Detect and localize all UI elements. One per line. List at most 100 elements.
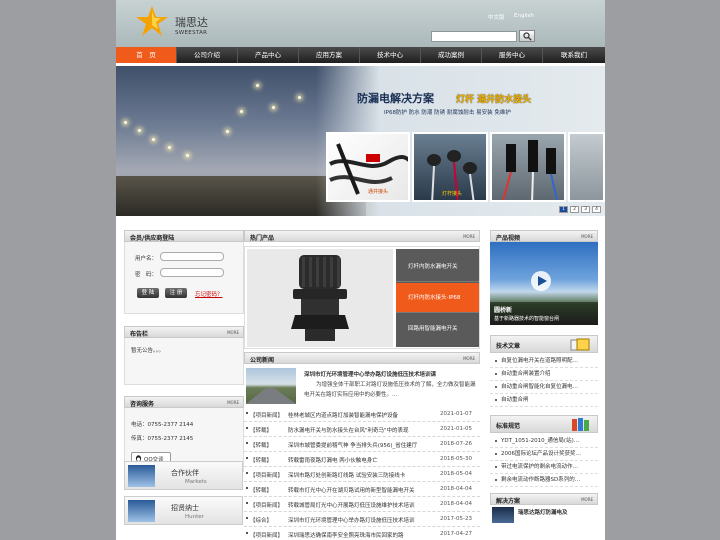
tech-article-link[interactable]: 自动重合闸装置介绍 — [490, 368, 598, 381]
service-panel-title: 咨询服务 — [130, 401, 155, 408]
photo-label: 灯杆接头 — [442, 191, 463, 197]
news-thumbnail[interactable] — [246, 368, 296, 404]
news-title[interactable]: 深圳市城管委提前稽气神 争当排头兵(956)_省住建厅 — [288, 441, 433, 449]
standard-link[interactable]: 2006国际论坛产品设计奖获奖… — [490, 448, 598, 461]
nav-service[interactable]: 服务中心 — [482, 47, 543, 63]
partners-promo[interactable]: 合作伙伴 Markets — [124, 461, 243, 490]
search-input[interactable] — [431, 31, 517, 42]
slide-dot[interactable]: 4 — [592, 206, 601, 213]
partners-label-en: Markets — [185, 479, 207, 485]
waterproof-connector-image — [291, 255, 349, 341]
hero-banner[interactable]: 防漏电解决方案 灯杆 通井防水接头 IP68防护 防水 防潮 防锈 耐腐蚀耐击 … — [116, 66, 605, 216]
street-lamp — [256, 84, 259, 87]
bullet-icon — [246, 427, 248, 429]
lang-chinese-link[interactable]: 中文版 — [488, 13, 505, 21]
slide-dot[interactable]: 3 — [581, 206, 590, 213]
banner-title: 防漏电解决方案 — [357, 92, 434, 105]
solution-thumbnail[interactable] — [492, 507, 514, 523]
tech-article-link[interactable]: 自动重合闸 — [490, 394, 598, 407]
news-headline[interactable]: 深圳市灯光环境管理中心举办路灯设施低压技术培训课 — [304, 370, 436, 378]
nav-cases[interactable]: 成功案例 — [421, 47, 482, 63]
hot-products-more-link[interactable]: MORE — [463, 234, 475, 239]
news-row[interactable]: 【转载】 防水漏电开关与防水接头在台风"利奇马"中的表现 2021-01-05 — [244, 422, 480, 437]
standard-link[interactable]: 带过电流保护的剩余电流动作… — [490, 461, 598, 474]
right-column: 产品视频 MORE 圆桥新 基于新路器技术的智能窗台闸 技术文章 自复位漏电开关… — [490, 230, 598, 525]
news-row[interactable]: 【项目新闻】 转载城管局灯光中心开展路灯低压设施维护技术培训 2018-04-04 — [244, 497, 480, 512]
news-row[interactable]: 【转载】 深圳市城管委提前稽气神 争当排头兵(956)_省住建厅 2018-07-2… — [244, 437, 480, 452]
slide-dot[interactable]: 2 — [570, 206, 579, 213]
video-caption: 基于新路器技术的智能窗台闸 — [494, 316, 560, 322]
news-tag: 【转载】 — [250, 458, 273, 464]
news-title[interactable]: 桂林老城区内道点路灯加装智能漏电保护设备 — [288, 411, 433, 419]
bullet-icon — [246, 412, 248, 414]
register-button[interactable]: 注 册 — [165, 288, 187, 298]
company-news-title: 公司新闻 — [250, 357, 275, 364]
news-row[interactable]: 【项目新闻】 深圳市路灯处创新路灯线路 试验安装三防接线卡 2018-05-04 — [244, 467, 480, 482]
solution-link[interactable]: 瑞思达路灯防漏电及 — [518, 508, 568, 516]
news-tag: 【项目新闻】 — [250, 533, 284, 539]
hot-product-item[interactable]: 回路用智能漏电开关 — [396, 314, 479, 344]
news-row[interactable]: 【项目新闻】 深圳瑞思达确保南李安全照亮珠海市民回家的路 2017-04-27 — [244, 527, 480, 540]
banner-photo-wires — [490, 132, 566, 202]
solutions-more-link[interactable]: MORE — [581, 497, 593, 502]
careers-promo[interactable]: 招贤纳士 Hunter — [124, 496, 243, 525]
news-date: 2018-04-04 — [440, 486, 472, 492]
documents-icon — [570, 338, 590, 351]
hot-product-item[interactable]: 灯杆内防水漏电开关 — [396, 252, 479, 282]
slide-dot[interactable]: 1 — [559, 206, 568, 213]
news-row[interactable]: 【转载】 转载市灯光中心开在湖贝路试用的新型智能漏电开关 2018-04-04 — [244, 482, 480, 497]
notice-panel-title: 布告栏 — [130, 331, 149, 338]
product-image[interactable] — [247, 249, 393, 347]
street-lamp — [186, 154, 189, 157]
standards-panel-header: 标准规范 — [490, 415, 598, 433]
news-title[interactable]: 深圳市灯光环境管理中心举办路灯设施低压技术培训 — [288, 516, 433, 524]
notice-more-link[interactable]: MORE — [227, 330, 239, 335]
photo-label: 通井接头 — [368, 189, 389, 195]
news-row[interactable]: 【转载】 转载雷雨夜路灯漏电 两小伙触电身亡 2018-05-30 — [244, 452, 480, 467]
news-title[interactable]: 转载市灯光中心开在湖贝路试用的新型智能漏电开关 — [288, 486, 433, 494]
news-row[interactable]: 【综合】 深圳市灯光环境管理中心举办路灯设施低压技术培训 2017-05-23 — [244, 512, 480, 527]
nav-tech[interactable]: 技术中心 — [360, 47, 421, 63]
news-title[interactable]: 转载雷雨夜路灯漏电 两小伙触电身亡 — [288, 456, 433, 464]
standard-link[interactable]: 剩余电流动作断路器SD系列的… — [490, 474, 598, 487]
bullet-icon — [246, 472, 248, 474]
nav-home[interactable]: 首 页 — [116, 47, 177, 63]
video-more-link[interactable]: MORE — [581, 234, 593, 239]
banner-photo-extra — [568, 132, 605, 202]
news-title[interactable]: 防水漏电开关与防水接头在台风"利奇马"中的表现 — [288, 426, 433, 434]
forgot-password-link[interactable]: 忘记密码？ — [195, 290, 223, 298]
standards-panel-title: 标准规范 — [496, 423, 521, 430]
nav-products[interactable]: 产品中心 — [238, 47, 299, 63]
magnifier-icon — [523, 32, 532, 41]
nav-solutions[interactable]: 应用方案 — [299, 47, 360, 63]
logo-text[interactable]: 瑞思达 — [175, 14, 208, 30]
street-lamp — [226, 130, 229, 133]
logo-star-icon[interactable] — [135, 5, 169, 37]
search-button[interactable] — [519, 30, 535, 42]
company-news-more-link[interactable]: MORE — [463, 356, 475, 361]
tech-article-link[interactable]: 自动重合闸智能化自复位漏电… — [490, 381, 598, 394]
logo-subtext: SWEESTAR — [175, 30, 208, 36]
banner-photo-pole: 灯杆接头 — [412, 132, 488, 202]
username-field[interactable] — [160, 252, 224, 261]
news-title[interactable]: 深圳市路灯处创新路灯线路 试验安装三防接线卡 — [288, 471, 433, 479]
news-title[interactable]: 转载城管局灯光中心开展路灯低压设施维护技术培训 — [288, 501, 433, 509]
hot-product-item-active[interactable]: 灯杆内防水接头-IP68 — [396, 283, 479, 313]
nav-contact[interactable]: 联系我们 — [543, 47, 605, 63]
service-more-link[interactable]: MORE — [227, 400, 239, 405]
standard-link[interactable]: YDT_1051-2010_通信局(站)… — [490, 435, 598, 448]
news-title[interactable]: 深圳瑞思达确保南李安全照亮珠海市民回家的路 — [288, 531, 433, 539]
login-button[interactable]: 登 陆 — [137, 288, 159, 298]
play-icon[interactable] — [530, 270, 552, 292]
solutions-panel-header: 解决方案 MORE — [490, 493, 598, 505]
lang-english-link[interactable]: English — [514, 13, 534, 19]
news-row[interactable]: 【项目新闻】 桂林老城区内道点路灯加装智能漏电保护设备 2021-01-07 — [244, 407, 480, 422]
tech-list: 自复位漏电开关在道路照明配… 自动重合闸装置介绍 自动重合闸智能化自复位漏电… … — [490, 353, 598, 407]
company-news-header: 公司新闻 MORE — [244, 352, 480, 364]
nav-about[interactable]: 公司介绍 — [177, 47, 238, 63]
tech-article-link[interactable]: 自复位漏电开关在道路照明配… — [490, 355, 598, 368]
product-video[interactable]: 圆桥新 基于新路器技术的智能窗台闸 — [490, 242, 598, 325]
bullet-icon — [246, 442, 248, 444]
password-field[interactable] — [160, 268, 224, 277]
password-label: 密 码： — [135, 272, 158, 278]
